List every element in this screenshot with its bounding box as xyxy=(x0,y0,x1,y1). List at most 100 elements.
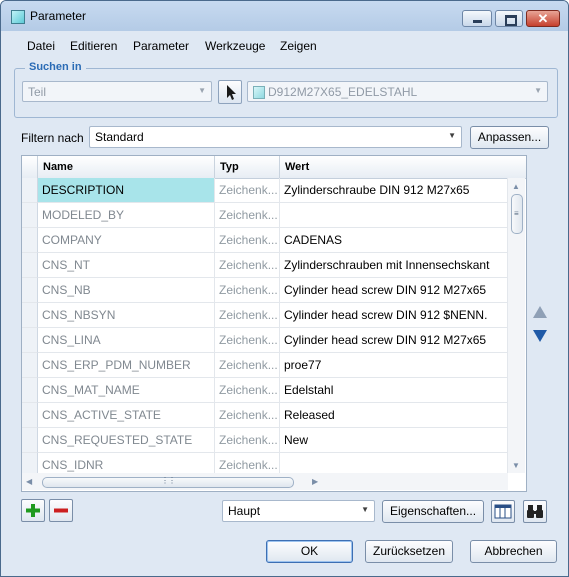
app-cube-icon xyxy=(11,10,25,24)
cell-name[interactable]: DESCRIPTION xyxy=(38,178,215,203)
row-header[interactable] xyxy=(22,303,38,328)
vertical-scrollbar[interactable]: ▲ ≡ ▼ xyxy=(508,178,525,473)
cell-value[interactable]: New xyxy=(280,428,508,453)
parameter-dialog: Parameter ✕ Datei Editieren Parameter We… xyxy=(0,0,569,577)
row-header[interactable] xyxy=(22,328,38,353)
grip-icon: ≡ xyxy=(514,209,519,218)
cell-type[interactable]: Zeichenk... xyxy=(215,353,280,378)
row-header[interactable] xyxy=(22,228,38,253)
cell-type[interactable]: Zeichenk... xyxy=(215,278,280,303)
vertical-scroll-thumb[interactable]: ≡ xyxy=(511,194,523,234)
cell-value[interactable]: Cylinder head screw DIN 912 M27x65 xyxy=(280,328,508,353)
menu-parameter[interactable]: Parameter xyxy=(133,39,189,53)
scroll-down-icon[interactable]: ▼ xyxy=(512,461,520,470)
cell-value[interactable]: proe77 xyxy=(280,353,508,378)
properties-button[interactable]: Eigenschaften... xyxy=(382,500,484,523)
cell-type[interactable]: Zeichenk... xyxy=(215,428,280,453)
cell-type[interactable]: Zeichenk... xyxy=(215,203,280,228)
scroll-left-icon[interactable]: ◀ xyxy=(26,477,32,486)
reset-button[interactable]: Zurücksetzen xyxy=(365,540,453,563)
table-row[interactable]: CNS_NT Zeichenk... Zylinderschrauben mit I… xyxy=(22,253,508,278)
cell-name[interactable]: CNS_NB xyxy=(38,278,215,303)
move-up-button[interactable] xyxy=(532,305,548,319)
cell-value[interactable] xyxy=(280,203,508,228)
scroll-up-icon[interactable]: ▲ xyxy=(512,182,520,191)
table-header: Name Typ Wert xyxy=(22,156,526,179)
cell-name[interactable]: CNS_ERP_PDM_NUMBER xyxy=(38,353,215,378)
close-button[interactable]: ✕ xyxy=(526,10,560,27)
part-value: D912M27X65_EDELSTAHL xyxy=(268,85,418,99)
column-header-name[interactable]: Name xyxy=(38,156,215,178)
parameter-table: Name Typ Wert DESCRIPTION Zeichenk... Zyli… xyxy=(21,155,527,492)
table-row[interactable]: DESCRIPTION Zeichenk... Zylinderschraube D… xyxy=(22,178,508,203)
cell-type[interactable]: Zeichenk... xyxy=(215,228,280,253)
chevron-down-icon: ▼ xyxy=(198,86,206,95)
row-header[interactable] xyxy=(22,403,38,428)
customize-button[interactable]: Anpassen... xyxy=(470,126,549,149)
cell-type[interactable]: Zeichenk... xyxy=(215,253,280,278)
add-parameter-button[interactable] xyxy=(21,499,45,522)
cell-value[interactable]: CADENAS xyxy=(280,228,508,253)
part-cube-icon xyxy=(253,86,265,99)
cancel-button[interactable]: Abbrechen xyxy=(470,540,557,563)
table-row[interactable]: CNS_ACTIVE_STATE Zeichenk... Released xyxy=(22,403,508,428)
cell-type[interactable]: Zeichenk... xyxy=(215,328,280,353)
row-header[interactable] xyxy=(22,278,38,303)
table-row[interactable]: MODELED_BY Zeichenk... xyxy=(22,203,508,228)
table-row[interactable]: COMPANY Zeichenk... CADENAS xyxy=(22,228,508,253)
cell-name[interactable]: CNS_ACTIVE_STATE xyxy=(38,403,215,428)
menu-werkzeuge[interactable]: Werkzeuge xyxy=(205,39,265,53)
row-header[interactable] xyxy=(22,353,38,378)
cell-value[interactable]: Zylinderschraube DIN 912 M27x65 xyxy=(280,178,508,203)
menu-datei[interactable]: Datei xyxy=(27,39,55,53)
cell-name[interactable]: CNS_MAT_NAME xyxy=(38,378,215,403)
row-header[interactable] xyxy=(22,253,38,278)
cell-name[interactable]: MODELED_BY xyxy=(38,203,215,228)
horizontal-scroll-thumb[interactable]: ⋮⋮ xyxy=(42,476,294,488)
menu-zeigen[interactable]: Zeigen xyxy=(280,39,317,53)
filter-label: Filtern nach xyxy=(21,131,84,145)
search-scope-select[interactable]: Teil ▼ xyxy=(22,81,212,102)
title-bar[interactable]: Parameter ✕ xyxy=(1,1,568,31)
view-select[interactable]: Haupt ▼ xyxy=(222,500,375,522)
pick-pointer-button[interactable] xyxy=(218,80,242,104)
table-row[interactable]: CNS_MAT_NAME Zeichenk... Edelstahl xyxy=(22,378,508,403)
minimize-button[interactable] xyxy=(462,10,492,27)
cell-value[interactable]: Cylinder head screw DIN 912 M27x65 xyxy=(280,278,508,303)
cell-name[interactable]: CNS_NBSYN xyxy=(38,303,215,328)
scroll-right-icon[interactable]: ▶ xyxy=(312,477,318,486)
column-header-type[interactable]: Typ xyxy=(215,156,280,178)
find-button[interactable] xyxy=(523,500,547,523)
table-row[interactable]: CNS_NB Zeichenk... Cylinder head screw DIN… xyxy=(22,278,508,303)
row-header[interactable] xyxy=(22,203,38,228)
remove-parameter-button[interactable] xyxy=(49,499,73,522)
filter-select[interactable]: Standard ▼ xyxy=(89,126,462,148)
cell-type[interactable]: Zeichenk... xyxy=(215,178,280,203)
cell-type[interactable]: Zeichenk... xyxy=(215,378,280,403)
cell-type[interactable]: Zeichenk... xyxy=(215,403,280,428)
move-down-button[interactable] xyxy=(532,329,548,343)
table-row[interactable]: CNS_REQUESTED_STATE Zeichenk... New xyxy=(22,428,508,453)
row-header[interactable] xyxy=(22,378,38,403)
row-header[interactable] xyxy=(22,428,38,453)
cell-value[interactable]: Released xyxy=(280,403,508,428)
cell-value[interactable]: Cylinder head screw DIN 912 $NENN. xyxy=(280,303,508,328)
table-row[interactable]: CNS_NBSYN Zeichenk... Cylinder head screw … xyxy=(22,303,508,328)
part-select[interactable]: D912M27X65_EDELSTAHL ▼ xyxy=(247,81,548,102)
cell-name[interactable]: CNS_LINA xyxy=(38,328,215,353)
columns-button[interactable] xyxy=(491,500,515,523)
maximize-button[interactable] xyxy=(495,10,523,27)
horizontal-scrollbar[interactable]: ◀ ⋮⋮ ▶ xyxy=(22,473,508,490)
menu-editieren[interactable]: Editieren xyxy=(70,39,117,53)
row-header[interactable] xyxy=(22,178,38,203)
column-header-value[interactable]: Wert xyxy=(280,156,526,178)
ok-button[interactable]: OK xyxy=(266,540,353,563)
cell-value[interactable]: Edelstahl xyxy=(280,378,508,403)
cell-name[interactable]: CNS_REQUESTED_STATE xyxy=(38,428,215,453)
table-row[interactable]: CNS_LINA Zeichenk... Cylinder head screw D… xyxy=(22,328,508,353)
cell-type[interactable]: Zeichenk... xyxy=(215,303,280,328)
cell-name[interactable]: COMPANY xyxy=(38,228,215,253)
cell-value[interactable]: Zylinderschrauben mit Innensechskant xyxy=(280,253,508,278)
cell-name[interactable]: CNS_NT xyxy=(38,253,215,278)
table-row[interactable]: CNS_ERP_PDM_NUMBER Zeichenk... proe77 xyxy=(22,353,508,378)
